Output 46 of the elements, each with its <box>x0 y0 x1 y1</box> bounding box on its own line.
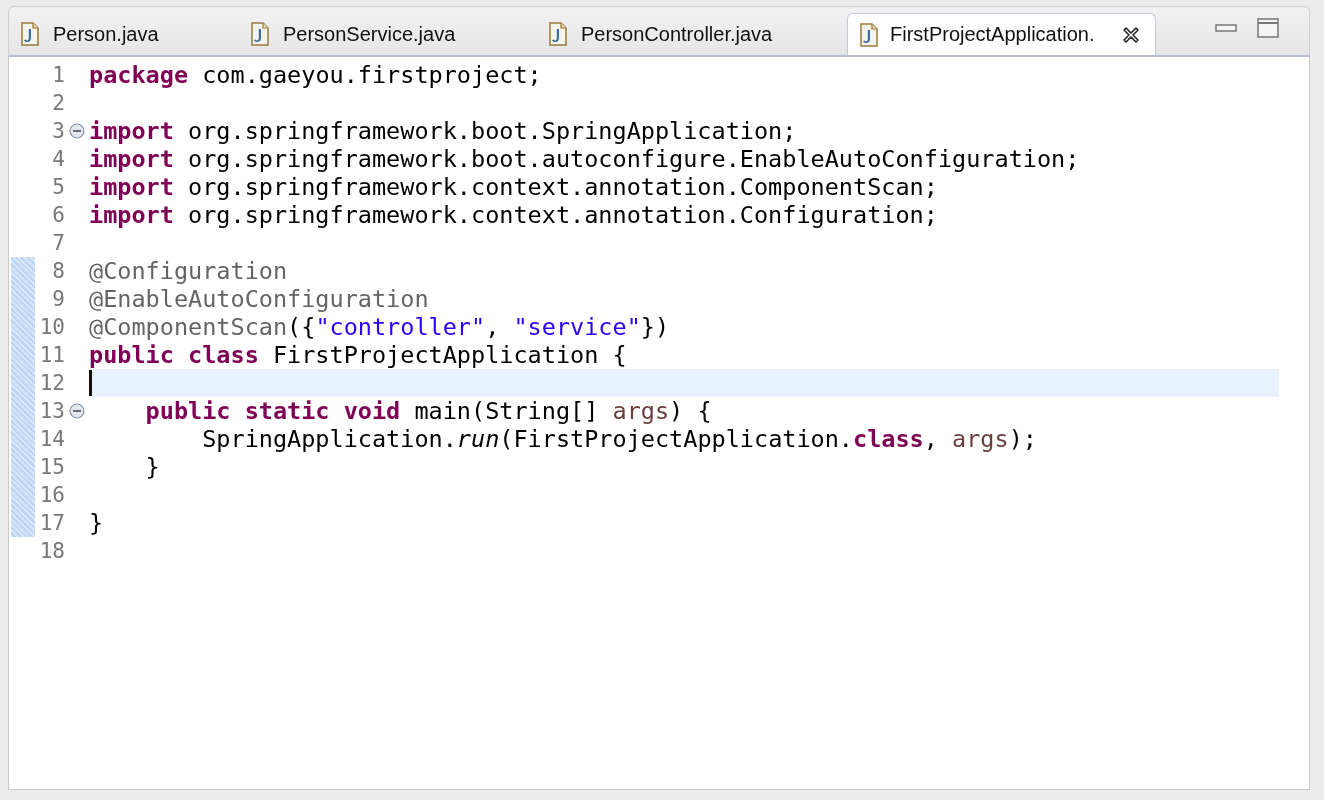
line-number: 17 <box>38 510 65 537</box>
java-file-icon <box>251 22 269 46</box>
collapse-icon[interactable] <box>69 403 85 419</box>
code-line: @Configuration <box>89 257 288 285</box>
code-line: package com.gaeyou.firstproject; <box>89 61 542 89</box>
close-icon[interactable] <box>1120 24 1141 45</box>
line-number: 7 <box>51 230 65 257</box>
line-number: 12 <box>38 370 65 397</box>
java-file-icon <box>549 22 567 46</box>
code-line: import org.springframework.boot.SpringApplication; <box>89 117 797 145</box>
code-line: SpringApplication.run(FirstProjectApplication.class, args); <box>201 425 1037 453</box>
line-number: 15 <box>38 454 65 481</box>
line-number: 2 <box>51 90 65 117</box>
line-number: 14 <box>38 426 65 453</box>
code-line: @EnableAutoConfiguration <box>89 285 429 313</box>
editor-tab[interactable]: PersonController.java <box>537 13 847 55</box>
collapse-icon[interactable] <box>69 123 85 139</box>
java-file-icon <box>21 22 39 46</box>
line-number: 8 <box>51 258 65 285</box>
minimize-icon[interactable] <box>1215 22 1237 34</box>
code-line: public static void main(String[] args) { <box>144 397 712 425</box>
line-number: 10 <box>38 314 65 341</box>
maximize-icon[interactable] <box>1257 18 1279 38</box>
line-number: 13 <box>38 398 65 425</box>
line-number: 5 <box>51 174 65 201</box>
code-line: import org.springframework.context.annotation.ComponentScan; <box>89 173 938 201</box>
editor-tab[interactable]: PersonService.java <box>239 13 537 55</box>
line-number: 6 <box>51 202 65 229</box>
code-line: } <box>144 453 160 481</box>
code-line: @ComponentScan({"controller", "service"}) <box>89 313 670 341</box>
line-number: 4 <box>51 146 65 173</box>
code-line: } <box>89 509 104 537</box>
line-number: 11 <box>38 342 65 369</box>
code-editor[interactable] <box>8 57 1310 790</box>
line-number: 9 <box>51 286 65 313</box>
code-line: import org.springframework.boot.autoconfigure.EnableAutoConfiguration; <box>89 145 1080 173</box>
code-line: import org.springframework.context.annotation.Configuration; <box>89 201 938 229</box>
editor-tab[interactable]: Person.java <box>9 13 239 55</box>
code-line: public class FirstProjectApplication { <box>89 341 627 369</box>
line-number: 18 <box>38 538 65 565</box>
line-number: 3 <box>51 118 65 145</box>
line-number: 16 <box>38 482 65 509</box>
editor-tab[interactable]: FirstProjectApplication. <box>847 13 1156 55</box>
line-number: 1 <box>51 62 65 89</box>
text-cursor <box>89 370 92 396</box>
java-file-icon <box>860 22 878 47</box>
